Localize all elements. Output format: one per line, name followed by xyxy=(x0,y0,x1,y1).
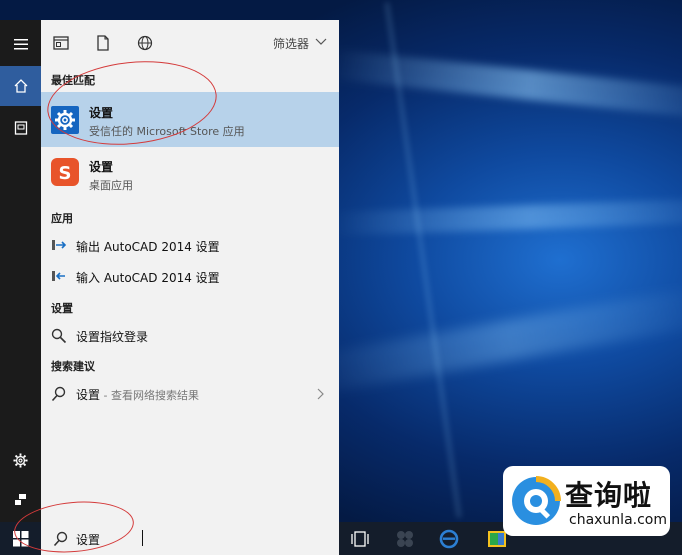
chevron-right-icon[interactable] xyxy=(317,388,325,400)
apps-icon[interactable] xyxy=(53,35,69,51)
watermark-logo-icon xyxy=(512,476,561,525)
search-icon xyxy=(51,386,66,402)
app-result-import[interactable]: 输入 AutoCAD 2014 设置 xyxy=(41,263,339,291)
import-settings-icon xyxy=(52,271,65,281)
task-view-icon[interactable] xyxy=(350,529,370,549)
svg-text:S: S xyxy=(59,163,72,184)
section-settings: 设置 xyxy=(51,302,73,315)
watermark-text-en: chaxunla.com xyxy=(569,512,667,528)
document-filter-icon[interactable] xyxy=(95,35,111,51)
web-suggestion-hint: - 查看网络搜索结果 xyxy=(100,389,199,402)
text-caret xyxy=(142,530,143,546)
document-icon xyxy=(14,121,27,135)
hamburger-icon xyxy=(13,39,28,50)
edge-icon[interactable] xyxy=(439,529,459,549)
home-button[interactable] xyxy=(0,66,41,106)
app-result-export-label: 输出 AutoCAD 2014 设置 xyxy=(76,240,220,254)
sogou-glyph-icon: S xyxy=(59,163,72,184)
web-suggestion-term: 设置 xyxy=(76,388,101,402)
hamburger-menu-button[interactable] xyxy=(0,24,41,64)
setting-result-fingerprint-label: 设置指纹登录 xyxy=(76,330,149,344)
settings-desktop-subtitle: 桌面应用 xyxy=(89,179,133,192)
settings-desktop-title: 设置 xyxy=(89,160,114,174)
export-settings-icon xyxy=(52,240,67,250)
watermark: 查询啦 chaxunla.com xyxy=(503,466,670,536)
filter-bar: 筛选器 xyxy=(41,20,339,68)
sogou-icon: S xyxy=(51,158,79,186)
documents-button[interactable] xyxy=(0,108,41,148)
section-apps: 应用 xyxy=(51,212,73,225)
app-result-import-label: 输入 AutoCAD 2014 设置 xyxy=(76,271,220,285)
settings-rail-button[interactable] xyxy=(0,440,41,480)
app-icon[interactable] xyxy=(395,529,415,549)
feedback-icon xyxy=(14,494,26,505)
web-icon[interactable] xyxy=(137,35,153,51)
gear-icon xyxy=(13,452,28,468)
web-suggestion-label: 设置 - 查看网络搜索结果 xyxy=(76,386,199,403)
home-icon xyxy=(14,79,27,93)
start-left-rail xyxy=(0,20,41,522)
settings-desktop-result[interactable]: S 设置 桌面应用 xyxy=(41,150,339,195)
watermark-text-cn: 查询啦 xyxy=(565,479,653,512)
filter-dropdown-label[interactable]: 筛选器 xyxy=(273,35,309,52)
chevron-down-icon[interactable] xyxy=(315,38,327,46)
key-search-icon xyxy=(51,328,67,344)
setting-result-fingerprint[interactable]: 设置指纹登录 xyxy=(41,322,339,350)
section-suggestions: 搜索建议 xyxy=(51,360,95,373)
web-suggestion-row[interactable]: 设置 - 查看网络搜索结果 xyxy=(41,380,339,408)
app-result-export[interactable]: 输出 AutoCAD 2014 设置 xyxy=(41,232,339,260)
